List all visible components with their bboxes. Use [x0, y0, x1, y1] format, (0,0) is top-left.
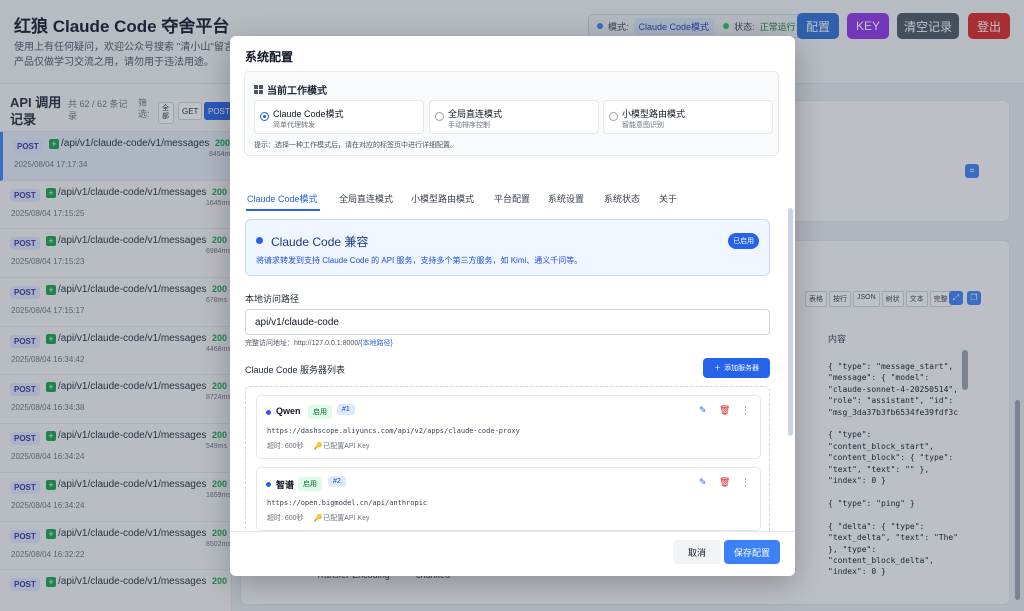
mode-option-claude-code[interactable]: Claude Code模式 简单代理转发: [254, 100, 424, 134]
edit-icon[interactable]: ✎: [699, 405, 707, 416]
server-card[interactable]: 智谱 启用 #2 ✎ 🗑 ⋮ https://open.bigmodel.cn/…: [256, 467, 761, 531]
mode-option-title: 全局直连模式: [448, 109, 503, 119]
tab-platform-config[interactable]: 平台配置: [494, 192, 530, 205]
full-address-prefix: 完整访问地址：http://127.0.0.1:8000/: [245, 340, 361, 347]
full-address: 完整访问地址：http://127.0.0.1:8000/{本地路径}: [245, 338, 393, 348]
path-label: 本地访问路径: [245, 294, 300, 304]
mode-option-small-model-router[interactable]: 小模型路由模式 智能意图识别: [603, 100, 773, 134]
modal-title: 系统配置: [245, 50, 294, 64]
mode-option-subtitle: 简单代理转发: [273, 122, 315, 129]
server-status-dot-icon: [266, 482, 271, 487]
local-path-input[interactable]: [245, 309, 770, 335]
compat-dot-icon: [256, 237, 263, 244]
config-tabs: Claude Code模式 全局直连模式 小模型路由模式 平台配置 系统设置 系…: [230, 188, 795, 212]
tab-global-direct[interactable]: 全局直连模式: [339, 192, 393, 205]
active-tab-underline: [246, 209, 320, 211]
more-icon[interactable]: ⋮: [741, 405, 750, 416]
add-server-label: 添加服务器: [724, 365, 759, 372]
mode-option-subtitle: 智能意图识别: [622, 122, 664, 129]
add-server-button[interactable]: ＋ 添加服务器: [703, 358, 770, 378]
mode-option-title: 小模型路由模式: [622, 109, 686, 119]
server-url: https://dashscope.aliyuncs.com/api/v2/ap…: [267, 427, 520, 435]
server-key-status: 已配置API Key: [323, 515, 370, 522]
server-order-badge: #1: [337, 404, 355, 415]
save-config-button[interactable]: 保存配置: [724, 540, 780, 564]
edit-icon[interactable]: ✎: [699, 477, 707, 488]
full-address-placeholder: {本地路径}: [360, 340, 393, 347]
server-order-badge: #2: [328, 476, 346, 487]
server-list-label: Claude Code 服务器列表: [245, 365, 346, 375]
work-mode-header: 当前工作模式: [254, 82, 327, 97]
delete-icon[interactable]: 🗑: [719, 477, 730, 488]
server-enabled-badge: 启用: [308, 405, 332, 419]
key-icon: 🔑: [313, 443, 323, 450]
claude-code-compat-card: Claude Code 兼容 已启用 将请求转发到支持 Claude Code …: [245, 219, 770, 276]
server-status-dot-icon: [266, 410, 271, 415]
enabled-badge: 已启用: [728, 233, 759, 249]
server-key-status: 已配置API Key: [323, 443, 370, 450]
mode-option-global-direct[interactable]: 全局直连模式 手动排序控制: [429, 100, 599, 134]
delete-icon[interactable]: 🗑: [719, 405, 730, 416]
modal-footer: 取消 保存配置: [230, 531, 795, 576]
tab-claude-code[interactable]: Claude Code模式: [247, 192, 318, 205]
server-card[interactable]: Qwen 启用 #1 ✎ 🗑 ⋮ https://dashscope.aliyu…: [256, 395, 761, 459]
key-icon: 🔑: [313, 515, 323, 522]
radio-selected-icon[interactable]: [260, 112, 269, 121]
mode-option-title: Claude Code模式: [273, 109, 344, 119]
server-url: https://open.bigmodel.cn/api/anthropic: [267, 499, 428, 507]
more-icon[interactable]: ⋮: [741, 477, 750, 488]
work-mode-title: 当前工作模式: [267, 86, 327, 97]
cancel-button[interactable]: 取消: [673, 540, 721, 564]
mode-hint: 提示：选择一种工作模式后，请在对应的标签页中进行详细配置。: [254, 142, 457, 149]
server-name: Qwen: [276, 406, 301, 416]
radio-icon[interactable]: [609, 112, 618, 121]
mode-option-subtitle: 手动排序控制: [448, 122, 490, 129]
plus-icon: ＋: [714, 365, 721, 372]
compat-description: 将请求转发到支持 Claude Code 的 API 服务，支持多个第三方服务，…: [256, 256, 583, 265]
server-name: 智谱: [276, 480, 295, 490]
tab-small-model-router[interactable]: 小模型路由模式: [411, 192, 474, 205]
server-list: Qwen 启用 #1 ✎ 🗑 ⋮ https://dashscope.aliyu…: [245, 386, 770, 536]
modal-scrollbar[interactable]: [788, 208, 793, 436]
compat-title: Claude Code 兼容: [271, 235, 369, 249]
tab-system-settings[interactable]: 系统设置: [548, 192, 584, 205]
system-config-modal: 系统配置 当前工作模式 Claude Code模式 简单代理转发 全局直连模式 …: [230, 36, 795, 576]
server-timeout: 超时: 600秒: [267, 515, 304, 522]
radio-icon[interactable]: [435, 112, 444, 121]
grid-icon: [254, 85, 263, 94]
tab-about[interactable]: 关于: [659, 192, 677, 205]
server-enabled-badge: 启用: [298, 477, 322, 491]
tab-system-status[interactable]: 系统状态: [604, 192, 640, 205]
server-meta: 超时: 600秒 🔑已配置API Key: [267, 441, 370, 451]
work-mode-section: 当前工作模式 Claude Code模式 简单代理转发 全局直连模式 手动排序控…: [244, 71, 779, 156]
server-meta: 超时: 600秒 🔑已配置API Key: [267, 513, 370, 523]
server-timeout: 超时: 600秒: [267, 443, 304, 450]
